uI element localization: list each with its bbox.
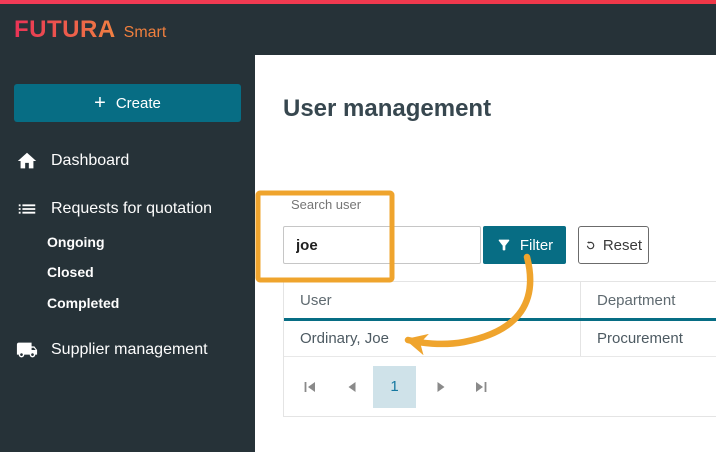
next-page-icon[interactable] xyxy=(433,379,449,395)
user-table: User Department Ordinary, Joe Procuremen… xyxy=(283,281,716,357)
brand-name: FUTURA xyxy=(14,16,116,44)
main-content: User management Search user Filter Reset… xyxy=(255,55,716,452)
sidebar-item-closed[interactable]: Closed xyxy=(47,264,94,280)
sidebar-item-completed[interactable]: Completed xyxy=(47,295,119,311)
create-button-label: Create xyxy=(116,95,161,112)
cell-user: Ordinary, Joe xyxy=(284,321,581,356)
last-page-icon[interactable] xyxy=(473,379,489,395)
truck-icon xyxy=(16,339,38,361)
reset-button[interactable]: Reset xyxy=(578,226,649,264)
sidebar-item-label: Dashboard xyxy=(51,152,129,170)
filter-icon xyxy=(496,237,512,253)
create-button[interactable]: + Create xyxy=(14,84,241,122)
search-user-input[interactable] xyxy=(283,226,481,264)
previous-page-icon[interactable] xyxy=(344,379,360,395)
app-window: FUTURA Smart + Create Dashboard Requests… xyxy=(0,0,716,452)
table-header-row: User Department xyxy=(284,281,716,318)
app-header: FUTURA Smart xyxy=(0,4,716,55)
search-user-label: Search user xyxy=(291,197,361,212)
first-page-icon[interactable] xyxy=(302,379,318,395)
plus-icon: + xyxy=(94,93,106,113)
reset-button-label: Reset xyxy=(603,237,642,254)
column-header-department[interactable]: Department xyxy=(581,282,716,318)
sidebar-item-label: Supplier management xyxy=(51,341,208,359)
list-icon xyxy=(16,198,38,220)
filter-button-label: Filter xyxy=(520,237,553,254)
cell-department: Procurement xyxy=(581,321,716,356)
column-header-user[interactable]: User xyxy=(284,282,581,318)
sidebar-item-label: Requests for quotation xyxy=(51,200,212,218)
sidebar: + Create Dashboard Requests for quotatio… xyxy=(0,55,255,452)
sidebar-item-ongoing[interactable]: Ongoing xyxy=(47,234,105,250)
sidebar-item-requests-for-quotation[interactable]: Requests for quotation xyxy=(16,198,212,220)
sidebar-item-dashboard[interactable]: Dashboard xyxy=(16,150,129,172)
reset-icon xyxy=(585,237,596,254)
filter-button[interactable]: Filter xyxy=(483,226,566,264)
app-logo: FUTURA Smart xyxy=(14,16,166,44)
brand-suffix: Smart xyxy=(124,24,167,42)
home-icon xyxy=(16,150,38,172)
paginator: 1 xyxy=(283,357,716,417)
table-row[interactable]: Ordinary, Joe Procurement xyxy=(284,321,716,357)
page-title: User management xyxy=(283,95,491,123)
sidebar-item-supplier-management[interactable]: Supplier management xyxy=(16,339,208,361)
current-page-button[interactable]: 1 xyxy=(373,366,416,408)
